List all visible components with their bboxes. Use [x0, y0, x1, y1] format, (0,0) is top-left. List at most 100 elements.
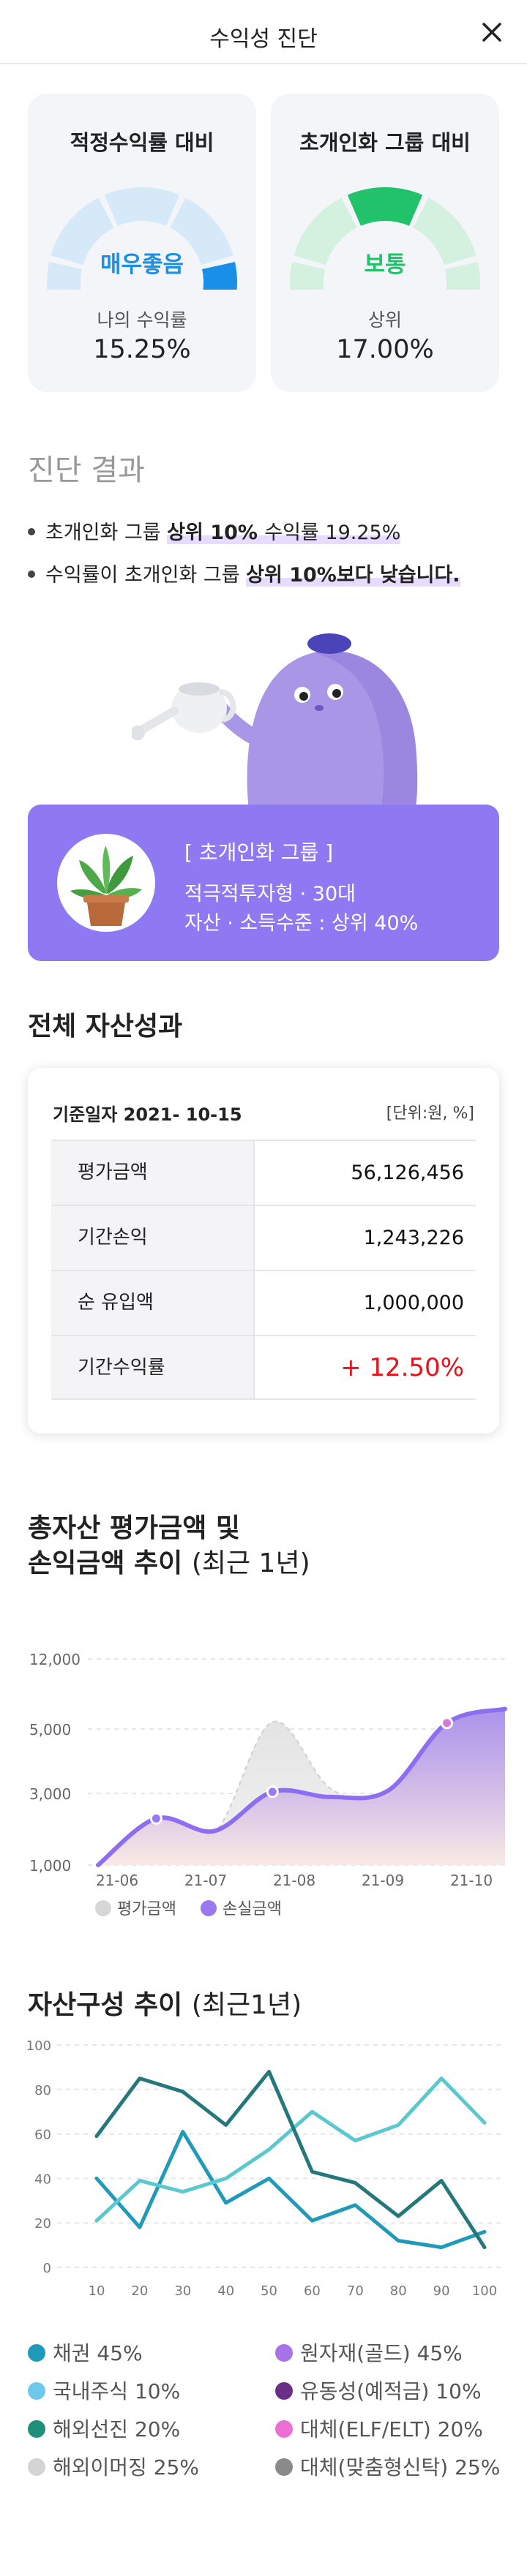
composition-title-period: (최근1년) [191, 1990, 302, 2020]
diagnosis-title: 진단 결과 [28, 453, 145, 487]
row-value: 1,243,226 [363, 1227, 464, 1249]
gauge-card-group: 초개인화 그룹 대비 보통 상위 17.00% [271, 94, 499, 392]
diagnosis-line-2-pre: 수익률이 초개인화 그룹 [45, 564, 247, 587]
close-icon[interactable] [476, 16, 508, 48]
trend-title-line-2: 손익금액 추이 (최근 1년) [28, 1546, 310, 1581]
legend-item: 채권 45% [28, 2338, 143, 2367]
y-tick-label: 0 [43, 2261, 51, 2276]
x-tick-label: 50 [261, 2283, 277, 2299]
reference-date: 기준일자 2021- 10-15 [53, 1104, 242, 1125]
gauge-segment [347, 187, 423, 226]
diagnosis-line-1-post: 수익률 19.25% [264, 521, 401, 544]
legend-dot [28, 2420, 45, 2438]
legend-label: 국내주식 10% [53, 2379, 181, 2403]
row-label: 순 유입액 [51, 1271, 255, 1335]
legend-item: 유동성(예적금) 10% [275, 2376, 482, 2405]
row-label: 기간손익 [51, 1206, 255, 1270]
legend-label: 손실금액 [223, 1900, 282, 1918]
row-value: 1,000,000 [363, 1292, 464, 1314]
diagnosis-line-2: 수익률이 초개인화 그룹 상위 10%보다 낮습니다. [28, 559, 460, 587]
legend-dot [275, 2382, 293, 2400]
y-tick-label: 3,000 [29, 1785, 71, 1803]
legend-dot [275, 2458, 293, 2476]
trend-chart: 1,000 3,000 5,000 12,000 21-06 21-07 21-08 21-0… [29, 1651, 507, 1887]
group-asset-level: 자산 · 소득수준 : 상위 40% [184, 912, 419, 935]
legend-dot [275, 2344, 293, 2362]
row-label: 기간수익률 [51, 1336, 255, 1398]
legend-dot [28, 2382, 45, 2400]
y-tick-label: 100 [26, 2038, 51, 2054]
row-label: 평가금액 [51, 1141, 255, 1205]
gauge-title: 초개인화 그룹 대비 [299, 130, 471, 155]
y-tick-label: 5,000 [29, 1721, 71, 1739]
legend-dot [28, 2344, 45, 2362]
trend-legend-1: 평가금액 [95, 1896, 176, 1919]
trend-title: 총자산 평가금액 및 손익금액 추이 (최근 1년) [28, 1511, 310, 1581]
x-tick-label: 21-08 [273, 1872, 315, 1887]
series-line-0 [94, 2130, 487, 2250]
x-tick-label: 80 [390, 2283, 407, 2299]
legend-item: 해외선진 20% [28, 2414, 180, 2443]
x-tick-label: 21-07 [184, 1872, 227, 1887]
legend-dot [201, 1900, 217, 1916]
legend-label: 평가금액 [117, 1900, 176, 1918]
row-value-return: + 12.50% [340, 1353, 464, 1382]
composition-title-bold: 자산구성 추이 [28, 1990, 183, 2020]
x-tick-label: 100 [472, 2283, 497, 2299]
legend-item: 대체(ELF/ELT) 20% [275, 2414, 483, 2443]
table-row: 순 유입액 1,000,000 [51, 1270, 476, 1335]
group-info-card: [ 초개인화 그룹 ] 적극적투자형 · 30대 자산 · 소득수준 : 상위 … [28, 805, 499, 961]
x-tick-label: 10 [89, 2283, 105, 2299]
page-title: 수익성 진단 [209, 26, 318, 52]
gauge-level: 매우좋음 [100, 252, 184, 278]
x-tick-label: 40 [217, 2283, 234, 2299]
table-row: 평가금액 56,126,456 [51, 1140, 476, 1205]
y-tick-label: 1,000 [29, 1857, 71, 1875]
x-tick-label: 20 [131, 2283, 148, 2299]
x-tick-label: 30 [174, 2283, 191, 2299]
mascot-illustration [132, 633, 418, 812]
bullet-dot [28, 527, 35, 535]
trend-title-period: (최근 1년) [191, 1548, 310, 1578]
x-tick-label: 21-06 [96, 1872, 138, 1887]
x-tick-label: 70 [347, 2283, 364, 2299]
composition-title: 자산구성 추이 (최근1년) [28, 1984, 302, 2022]
plant-icon [70, 846, 142, 926]
legend-item: 해외이머징 25% [28, 2452, 199, 2481]
group-profile: 적극적투자형 · 30대 [184, 883, 356, 905]
gauge-sub-label: 나의 수익률 [97, 309, 187, 331]
x-tick-label: 90 [433, 2283, 450, 2299]
bullet-dot [28, 570, 35, 578]
row-value: 56,126,456 [351, 1161, 464, 1184]
unit-label: [단위:원, %] [386, 1104, 474, 1123]
legend-label: 채권 45% [53, 2341, 143, 2365]
diagnosis-line-1: 초개인화 그룹 상위 10% 수익률 19.25% [28, 516, 401, 545]
gauge-sub-value: 15.25% [93, 335, 191, 364]
legend-label: 대체(맞춤형신탁) 25% [300, 2455, 501, 2479]
y-tick-label: 60 [34, 2128, 51, 2143]
group-title: [ 초개인화 그룹 ] [184, 840, 334, 865]
legend-item: 대체(맞춤형신탁) 25% [275, 2452, 500, 2481]
legend-dot [28, 2458, 45, 2476]
performance-card: 기준일자 2021- 10-15 [단위:원, %] 평가금액 56,126,4… [28, 1068, 499, 1434]
legend-item: 원자재(골드) 45% [275, 2338, 463, 2367]
plant-avatar [57, 834, 155, 932]
data-point [266, 1785, 279, 1799]
x-tick-label: 60 [304, 2283, 321, 2299]
gauge-card-appropriate-return: 적정수익률 대비 매우좋음 나의 수익률 15.25% [28, 94, 256, 392]
diagnosis-line-1-highlight: 상위 10% [167, 521, 265, 544]
table-row: 기간손익 1,243,226 [51, 1205, 476, 1270]
y-tick-label: 80 [34, 2083, 51, 2098]
y-tick-label: 40 [34, 2172, 51, 2187]
legend-dot [95, 1900, 111, 1916]
legend-label: 대체(ELF/ELT) 20% [300, 2417, 483, 2441]
x-tick-label: 21-10 [450, 1872, 493, 1887]
performance-title: 전체 자산성과 [28, 1012, 183, 1042]
legend-label: 원자재(골드) 45% [300, 2341, 463, 2365]
trend-title-line-1: 총자산 평가금액 및 [28, 1513, 241, 1543]
data-point [149, 1812, 162, 1825]
gauge-title: 적정수익률 대비 [70, 130, 214, 155]
data-point [441, 1717, 454, 1730]
gauge-sub-value: 17.00% [336, 335, 434, 364]
trend-title-bold: 손익금액 추이 [28, 1548, 183, 1578]
